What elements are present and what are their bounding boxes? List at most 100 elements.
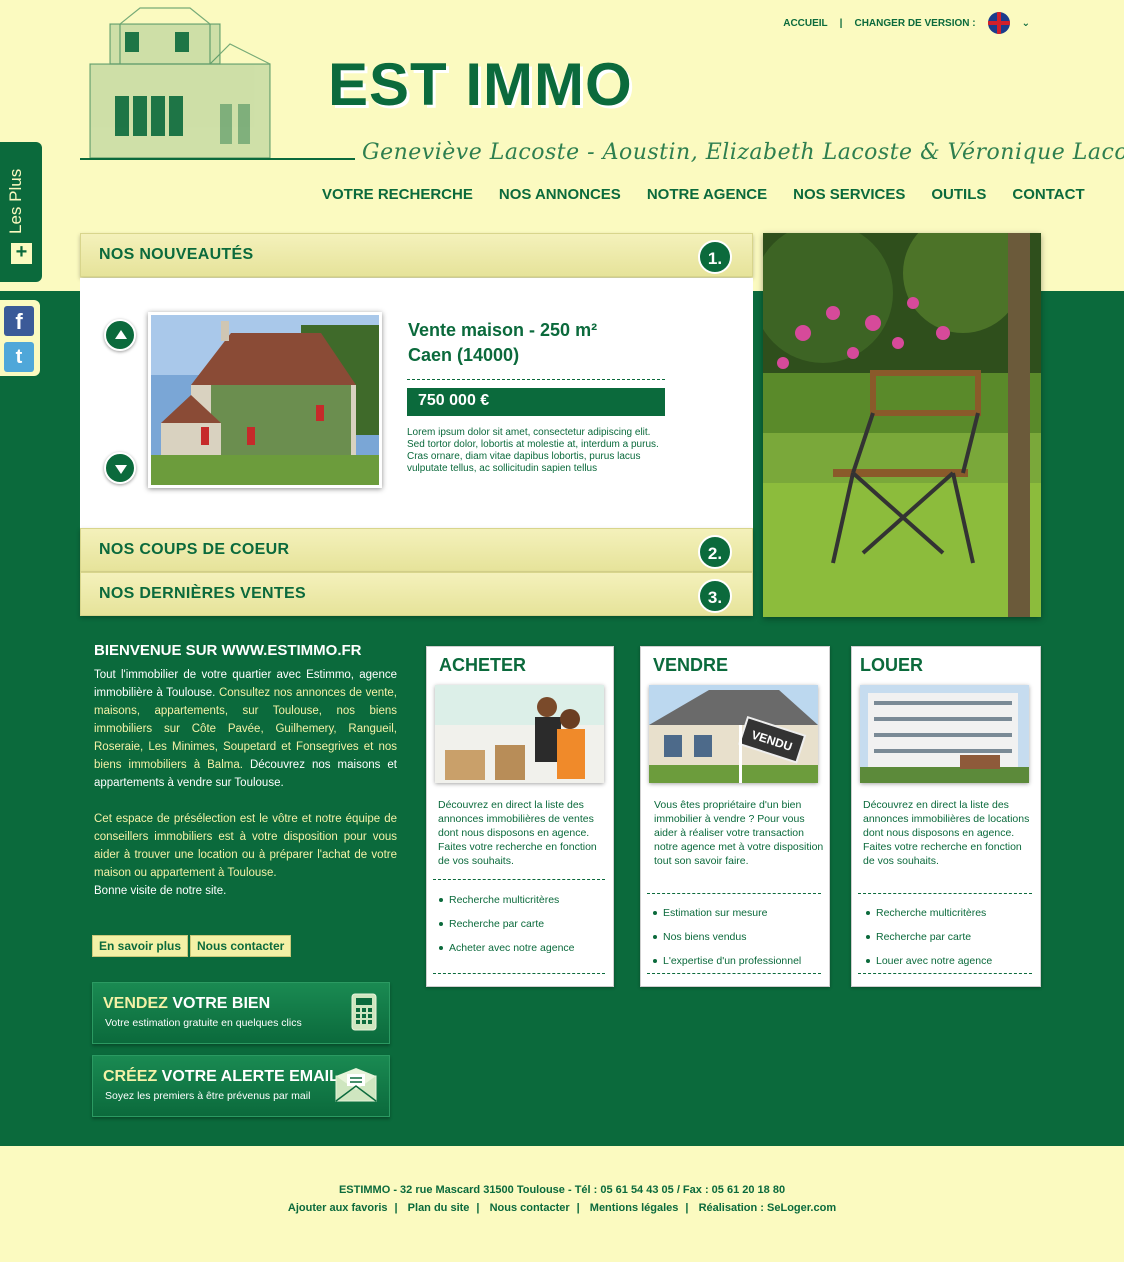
nous-contacter-button[interactable]: Nous contacter <box>190 935 292 957</box>
promo-subtitle: Soyez les premiers à être prévenus par m… <box>105 1090 311 1102</box>
accordion-nouveautes[interactable]: NOS NOUVEAUTÉS 1. <box>80 233 753 277</box>
card-link[interactable]: Louer avec notre agence <box>866 955 992 979</box>
dashed-divider <box>647 893 821 894</box>
dashed-divider <box>433 879 605 880</box>
footer-separator: | <box>685 1202 689 1214</box>
nav-contact[interactable]: CONTACT <box>1012 186 1084 203</box>
nav-notre-agence[interactable]: NOTRE AGENCE <box>647 186 767 203</box>
footer-links: Ajouter aux favoris | Plan du site | Nous … <box>0 1202 1124 1214</box>
card-link[interactable]: L'expertise d'un professionnel <box>653 955 801 979</box>
listing-description: Lorem ipsum dolor sit amet, consectetur … <box>407 427 659 474</box>
card-links: Estimation sur mesure Nos biens vendus L… <box>653 907 801 979</box>
welcome-paragraph: Cet espace de présélection est le vôtre … <box>94 810 397 900</box>
card-links: Recherche multicritères Recherche par ca… <box>439 894 575 966</box>
card-vendre: VENDRE VENDU Vous êtes propriétaire d'un… <box>640 646 830 987</box>
card-description: Vous êtes propriétaire d'un bien immobil… <box>654 799 824 867</box>
welcome-text: Bonne visite de notre site. <box>94 885 227 897</box>
facebook-icon[interactable]: f <box>4 306 34 336</box>
promo-heading: VENDEZ VOTRE BIEN <box>103 995 270 1013</box>
card-title[interactable]: LOUER <box>860 655 923 676</box>
card-link[interactable]: Nos biens vendus <box>653 931 801 955</box>
footer-address: ESTIMMO - 32 rue Mascard 31500 Toulouse … <box>338 1184 786 1196</box>
les-plus-tab[interactable]: Les Plus + <box>0 140 44 284</box>
dashed-divider <box>858 893 1032 894</box>
promo-heading: CRÉEZ VOTRE ALERTE EMAIL <box>103 1068 339 1086</box>
twitter-icon[interactable]: t <box>4 342 34 372</box>
accordion-coups-de-coeur[interactable]: NOS COUPS DE COEUR 2. <box>80 528 753 572</box>
envelope-icon <box>335 1068 377 1107</box>
footer-separator: | <box>576 1202 580 1214</box>
top-links-divider: | <box>839 17 843 29</box>
footer-link-favoris[interactable]: Ajouter aux favoris <box>288 1202 388 1214</box>
accordion-dernieres-ventes[interactable]: NOS DERNIÈRES VENTES 3. <box>80 572 753 616</box>
listing-price: 750 000 € <box>407 388 665 416</box>
card-link[interactable]: Recherche par carte <box>866 931 992 955</box>
promo-subtitle: Votre estimation gratuite en quelques cl… <box>105 1017 302 1029</box>
accordion-title: NOS COUPS DE COEUR <box>99 541 290 558</box>
card-link[interactable]: Recherche multicritères <box>866 907 992 931</box>
nav-nos-services[interactable]: NOS SERVICES <box>793 186 905 203</box>
apartment-building-photo <box>860 685 1029 783</box>
plus-icon[interactable]: + <box>11 242 32 264</box>
header-rule <box>80 158 355 160</box>
card-links: Recherche multicritères Recherche par ca… <box>866 907 992 979</box>
change-version-label: CHANGER DE VERSION : <box>854 17 976 29</box>
uk-flag-icon[interactable] <box>987 12 1010 34</box>
welcome-paragraph: Tout l'immobilier de votre quartier avec… <box>94 666 397 792</box>
card-louer: LOUER Découvrez en direct la liste des a… <box>851 646 1041 987</box>
accordion-panel: Vente maison - 250 m² Caen (14000) 750 0… <box>80 278 753 528</box>
footer-separator: | <box>394 1202 398 1214</box>
card-description: Découvrez en direct la liste des annonce… <box>438 799 597 867</box>
footer: ESTIMMO - 32 rue Mascard 31500 Toulouse … <box>0 1146 1124 1262</box>
house-sold-photo: VENDU <box>649 685 818 783</box>
card-description: Découvrez en direct la liste des annonce… <box>863 799 1030 867</box>
chevron-down-icon[interactable]: ⌄ <box>1022 18 1030 29</box>
welcome-title: BIENVENUE SUR WWW.ESTIMMO.FR <box>94 642 362 659</box>
dashed-divider <box>858 973 1032 974</box>
dashed-divider <box>407 379 665 380</box>
couple-moving-photo <box>435 685 604 783</box>
en-savoir-plus-button[interactable]: En savoir plus <box>92 935 189 957</box>
top-links: ACCUEIL | CHANGER DE VERSION : ⌄ <box>783 12 1030 34</box>
house-logo <box>80 4 280 159</box>
footer-link-contact[interactable]: Nous contacter <box>490 1202 570 1214</box>
garden-photo <box>763 233 1041 617</box>
vendez-votre-bien-banner[interactable]: VENDEZ VOTRE BIEN Votre estimation gratu… <box>92 982 390 1044</box>
listing-city: Caen (14000) <box>408 345 520 365</box>
listing-type-area: Vente maison - 250 m² <box>408 320 598 340</box>
card-title[interactable]: ACHETER <box>439 655 526 676</box>
brand-title: EST IMMO <box>328 51 633 118</box>
card-link[interactable]: Recherche multicritères <box>439 894 575 918</box>
card-title[interactable]: VENDRE <box>653 655 728 676</box>
promo-heading-highlight: CRÉEZ <box>103 1068 158 1085</box>
footer-link-mentions[interactable]: Mentions légales <box>590 1202 679 1214</box>
card-acheter: ACHETER Découvrez en direct la liste des… <box>426 646 614 987</box>
welcome-text-highlight: Cet espace de présélection est le vôtre … <box>94 813 397 879</box>
card-link[interactable]: Estimation sur mesure <box>653 907 801 931</box>
card-link[interactable]: Acheter avec notre agence <box>439 942 575 966</box>
nav-nos-annonces[interactable]: NOS ANNONCES <box>499 186 621 203</box>
accordion-number: 3. <box>698 579 732 613</box>
nav-votre-recherche[interactable]: VOTRE RECHERCHE <box>322 186 473 203</box>
dashed-divider <box>433 973 605 974</box>
listing-title[interactable]: Vente maison - 250 m² Caen (14000) <box>408 318 597 368</box>
listing-photo[interactable] <box>148 312 382 488</box>
promo-heading-highlight: VENDEZ <box>103 995 168 1012</box>
accordion-number: 1. <box>698 240 732 274</box>
main-nav: VOTRE RECHERCHE NOS ANNONCES NOTRE AGENC… <box>322 186 1085 203</box>
nav-outils[interactable]: OUTILS <box>931 186 986 203</box>
dashed-divider <box>647 973 821 974</box>
home-link[interactable]: ACCUEIL <box>783 18 827 29</box>
footer-link-plan[interactable]: Plan du site <box>408 1202 470 1214</box>
calculator-icon <box>351 993 377 1036</box>
social-bar: f t <box>0 298 42 378</box>
alerte-email-banner[interactable]: CRÉEZ VOTRE ALERTE EMAIL Soyez les premi… <box>92 1055 390 1117</box>
les-plus-label: Les Plus <box>6 168 25 234</box>
arrow-down-icon[interactable] <box>104 452 136 484</box>
promo-heading-rest: VOTRE ALERTE EMAIL <box>157 1068 339 1085</box>
accordion-title: NOS DERNIÈRES VENTES <box>99 585 306 602</box>
footer-link-realisation[interactable]: Réalisation : SeLoger.com <box>699 1202 837 1214</box>
arrow-up-icon[interactable] <box>104 319 136 351</box>
agents-signature: Geneviève Lacoste - Aoustin, Elizabeth L… <box>362 140 1124 165</box>
card-link[interactable]: Recherche par carte <box>439 918 575 942</box>
